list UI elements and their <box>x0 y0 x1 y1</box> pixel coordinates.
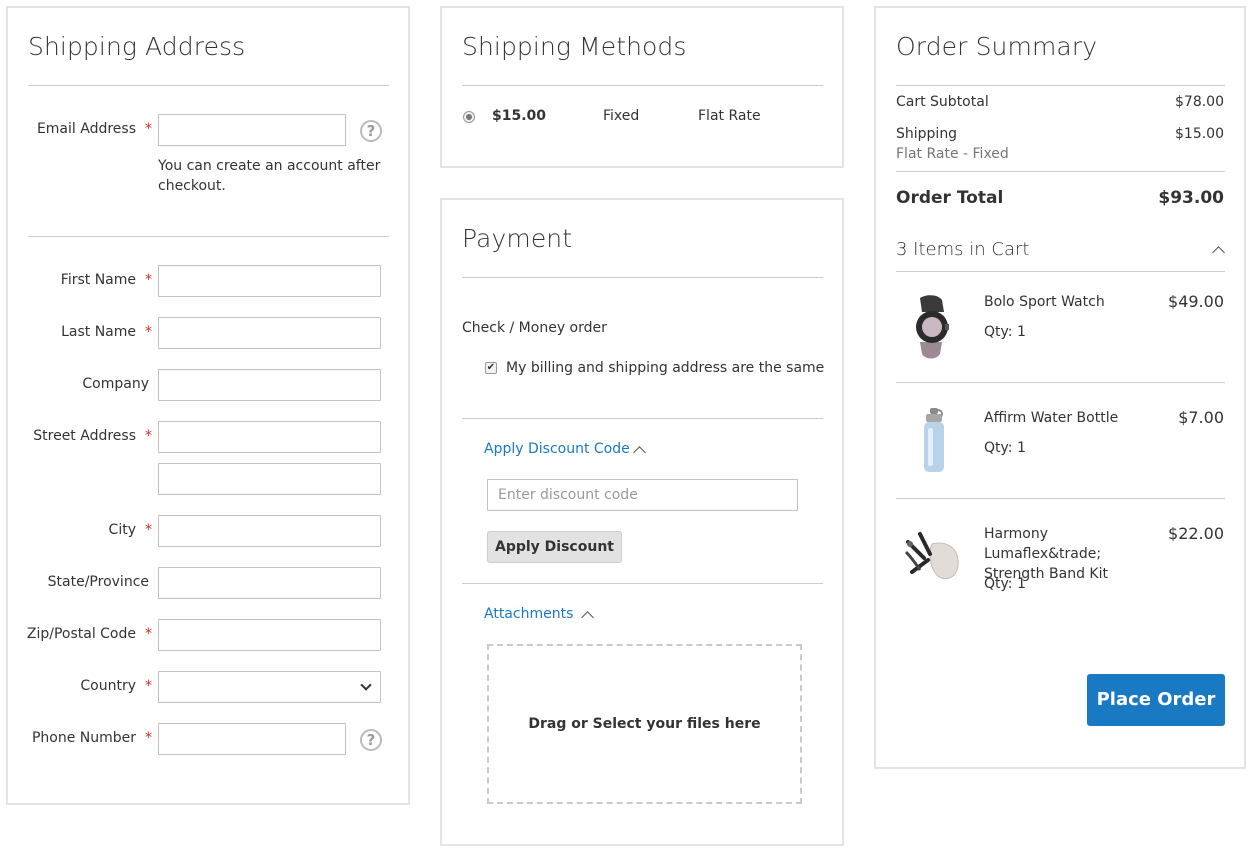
street-address-line1-field[interactable] <box>158 421 381 453</box>
shipping-method-name: Fixed <box>603 108 640 124</box>
street-address-label: Street Address * <box>33 428 152 444</box>
zip-label: Zip/Postal Code * <box>26 626 152 642</box>
cart-subtotal-label: Cart Subtotal <box>896 94 989 110</box>
order-summary-panel: Order Summary Cart Subtotal $78.00 Shipp… <box>874 6 1246 769</box>
company-label: Company <box>82 376 149 392</box>
required-mark: * <box>145 522 152 538</box>
first-name-label: First Name * <box>60 272 152 288</box>
discount-code-placeholder: Enter discount code <box>498 487 638 503</box>
email-label: Email Address * <box>36 121 152 137</box>
shipping-method-summary: Flat Rate - Fixed <box>896 146 1009 162</box>
shipping-address-panel: Shipping Address Email Address * ? You ca… <box>6 6 410 805</box>
place-order-button[interactable]: Place Order <box>1087 674 1225 726</box>
billing-same-label: My billing and shipping address are the … <box>506 360 825 376</box>
zip-field[interactable] <box>158 619 381 651</box>
required-mark: * <box>145 730 152 746</box>
divider <box>896 382 1225 383</box>
shipping-method-radio[interactable] <box>463 111 475 123</box>
cart-item-qty: Qty: 1 <box>984 324 1026 340</box>
shipping-method-price: $15.00 <box>492 108 547 124</box>
help-icon[interactable]: ? <box>360 729 382 751</box>
cart-item-name: Affirm Water Bottle <box>984 410 1119 426</box>
phone-field[interactable] <box>158 723 346 755</box>
apply-discount-button[interactable]: Apply Discount <box>487 531 622 563</box>
first-name-field[interactable] <box>158 265 381 297</box>
shipping-value: $15.00 <box>1175 126 1224 142</box>
required-mark: * <box>145 428 152 444</box>
order-total-value: $93.00 <box>1158 188 1224 208</box>
cart-item-price: $7.00 <box>1178 408 1224 427</box>
shipping-methods-panel: Shipping Methods $15.00 Fixed Flat Rate <box>440 6 844 168</box>
items-in-cart-toggle[interactable]: 3 Items in Cart <box>896 239 1029 260</box>
shipping-carrier-name: Flat Rate <box>698 108 761 124</box>
order-summary-title: Order Summary <box>896 32 1098 61</box>
cart-item-qty: Qty: 1 <box>984 576 1026 592</box>
divider <box>896 271 1225 272</box>
cart-item-qty: Qty: 1 <box>984 440 1026 456</box>
chevron-up-icon[interactable] <box>1212 246 1225 259</box>
city-field[interactable] <box>158 515 381 547</box>
required-mark: * <box>145 121 152 137</box>
cart-item-name: Bolo Sport Watch <box>984 294 1105 310</box>
dropzone-text: Drag or Select your files here <box>528 716 761 732</box>
divider <box>462 85 823 86</box>
cart-subtotal-value: $78.00 <box>1175 94 1224 110</box>
email-note: You can create an account after checkout… <box>158 158 381 194</box>
divider <box>28 236 389 237</box>
divider <box>896 498 1225 499</box>
apply-discount-toggle[interactable]: Apply Discount Code <box>484 441 630 457</box>
chevron-up-icon[interactable] <box>581 611 594 624</box>
bottle-icon <box>898 406 970 478</box>
divider <box>462 277 823 278</box>
chevron-up-icon[interactable] <box>633 446 646 459</box>
required-mark: * <box>145 324 152 340</box>
payment-panel: Payment Check / Money order ✔ My billing… <box>440 198 844 846</box>
band-kit-icon <box>898 522 970 594</box>
discount-code-input[interactable]: Enter discount code <box>487 479 798 511</box>
divider <box>28 85 389 86</box>
watch-icon <box>898 290 970 362</box>
shipping-label: Shipping <box>896 126 958 142</box>
required-mark: * <box>145 272 152 288</box>
payment-title: Payment <box>462 224 573 253</box>
last-name-label: Last Name * <box>61 324 152 340</box>
shipping-address-title: Shipping Address <box>28 32 246 61</box>
chevron-down-icon <box>360 679 372 691</box>
required-mark: * <box>145 626 152 642</box>
last-name-field[interactable] <box>158 317 381 349</box>
state-label: State/Province <box>47 574 149 590</box>
cart-item-price: $22.00 <box>1168 524 1224 543</box>
required-mark: * <box>145 678 152 694</box>
city-label: City * <box>108 522 152 538</box>
country-label: Country * <box>80 678 152 694</box>
divider <box>462 418 823 419</box>
email-field[interactable] <box>158 114 346 146</box>
divider <box>896 85 1225 86</box>
file-dropzone[interactable]: Drag or Select your files here <box>487 644 802 804</box>
divider <box>462 583 823 584</box>
payment-method-label: Check / Money order <box>462 320 607 336</box>
divider <box>896 171 1225 172</box>
order-total-label: Order Total <box>896 188 1004 208</box>
attachments-toggle[interactable]: Attachments <box>484 606 573 622</box>
cart-item-price: $49.00 <box>1168 292 1224 311</box>
street-address-line2-field[interactable] <box>158 463 381 495</box>
country-select[interactable] <box>158 671 381 703</box>
billing-same-checkbox[interactable]: ✔ <box>485 362 497 374</box>
state-field[interactable] <box>158 567 381 599</box>
shipping-methods-title: Shipping Methods <box>462 32 687 61</box>
phone-label: Phone Number * <box>31 730 152 746</box>
help-icon[interactable]: ? <box>360 120 382 142</box>
company-field[interactable] <box>158 369 381 401</box>
